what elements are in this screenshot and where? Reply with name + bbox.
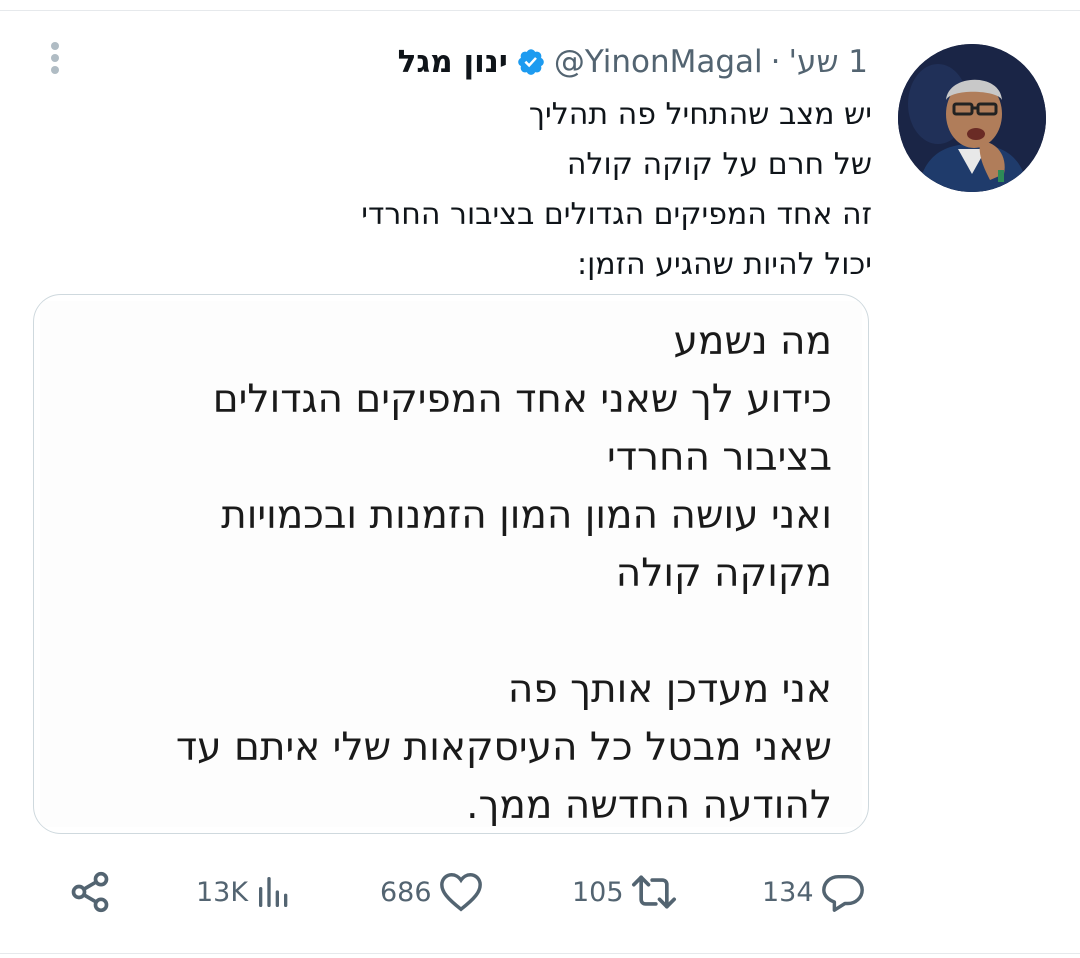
replies-count: 134 [762, 876, 814, 908]
attached-image[interactable]: מה נשמע כידוע לך שאני אחד המפיקים הגדולי… [33, 294, 869, 834]
retweet-button[interactable]: 105 [572, 862, 678, 922]
author-display-name[interactable]: ינון מגל [398, 44, 508, 80]
tweet-actions: 13K 686 105 134 [0, 862, 1080, 922]
reply-button[interactable]: 134 [762, 862, 866, 922]
message-line: להודעה החדשה ממך. [466, 783, 832, 828]
separator-dot: · [770, 44, 781, 80]
retweet-icon [630, 870, 678, 914]
tweet-timestamp[interactable]: 1 שע' [789, 44, 868, 80]
bottom-divider [0, 953, 1080, 954]
message-line: מה נשמע [673, 319, 832, 364]
tweet-text-line: יש מצב שהתחיל פה תהליך [528, 97, 872, 132]
message-line: שאני מבטל כל העיסקאות שלי איתם עד [175, 725, 832, 770]
message-line: ואני עושה המון המון הזמנות ובכמויות [221, 493, 832, 538]
message-line: אני מעדכן אותך פה [507, 667, 832, 712]
views-count: 13K [196, 876, 249, 908]
tweet-header: ינון מגל @YinonMagal · 1 שע' [398, 42, 868, 82]
reply-bubble-icon [820, 869, 866, 915]
views-button[interactable]: 13K [196, 862, 294, 922]
message-line: כידוע לך שאני אחד המפיקים הגדולים [212, 377, 832, 422]
top-divider [0, 10, 1080, 11]
more-options-icon[interactable] [44, 40, 66, 80]
likes-count: 686 [380, 876, 432, 908]
share-button[interactable] [68, 862, 112, 922]
message-line: מקוקה קולה [615, 551, 832, 596]
share-icon [68, 870, 112, 914]
retweets-count: 105 [572, 876, 624, 908]
bar-chart-icon [254, 872, 294, 912]
avatar[interactable] [898, 44, 1046, 192]
tweet-text-line: יכול להיות שהגיע הזמן: [576, 247, 872, 282]
heart-icon [438, 869, 484, 915]
message-line [72, 603, 832, 661]
tweet-text-line: של חרם על קוקה קולה [566, 147, 872, 182]
like-button[interactable]: 686 [380, 862, 484, 922]
tweet-text: יש מצב שהתחיל פה תהליך של חרם על קוקה קו… [232, 90, 872, 290]
screenshot-message: מה נשמע כידוע לך שאני אחד המפיקים הגדולי… [40, 301, 862, 828]
tweet-text-line: זה אחד המפיקים הגדולים בציבור החרדי [361, 197, 872, 232]
message-text: מה נשמע כידוע לך שאני אחד המפיקים הגדולי… [72, 313, 832, 833]
message-line: בציבור החרדי [607, 435, 832, 480]
verified-badge-icon [516, 47, 546, 77]
author-handle[interactable]: @YinonMagal [554, 44, 763, 80]
